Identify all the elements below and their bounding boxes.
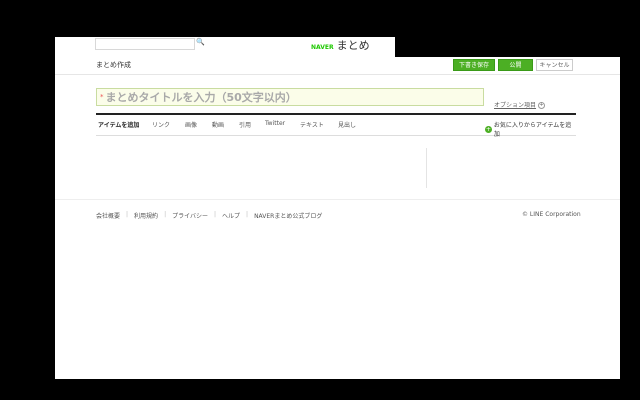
tab-twitter[interactable]: Twitter (265, 120, 285, 127)
tab-text[interactable]: テキスト (300, 120, 324, 129)
cancel-button[interactable]: キャンセル (536, 59, 573, 71)
footer-separator: | (126, 211, 129, 218)
title-placeholder: まとめタイトルを入力（50文字以内） (105, 91, 297, 104)
add-item-tabs: アイテムを追加 リンク 画像 動画 引用 Twitter テキスト 見出し + … (96, 113, 576, 138)
publish-button[interactable]: 公開 (498, 59, 533, 71)
tab-video[interactable]: 動画 (212, 120, 224, 129)
footer-link-terms[interactable]: 利用規約 (134, 211, 158, 220)
tab-add-item: アイテムを追加 (98, 122, 140, 129)
background-window: 🔍 NAVER まとめ (55, 37, 395, 57)
tab-quote[interactable]: 引用 (239, 120, 251, 129)
search-icon[interactable]: 🔍 (196, 38, 205, 46)
editor-toolbar: まとめ作成 下書き保存 公開 キャンセル (55, 57, 620, 75)
options-label: オプション項目 (494, 102, 537, 109)
footer-link-privacy[interactable]: プライバシー (172, 211, 208, 220)
options-link[interactable]: オプション項目 + (494, 100, 546, 109)
page-title: まとめ作成 (96, 61, 131, 69)
plus-icon: + (485, 125, 492, 133)
logo-word: まとめ (336, 39, 370, 52)
logo-brand: NAVER (311, 44, 334, 51)
add-from-favorites-link[interactable]: + お気に入りからアイテムを追加 (485, 120, 576, 138)
required-mark: * (100, 93, 104, 101)
footer-link-blog[interactable]: NAVERまとめ公式ブログ (254, 211, 322, 220)
title-input[interactable]: * まとめタイトルを入力（50文字以内） (96, 88, 484, 106)
naver-matome-logo[interactable]: NAVER まとめ (311, 37, 370, 53)
copyright: © LINE Corporation (522, 211, 581, 218)
editor-window: まとめ作成 下書き保存 公開 キャンセル * まとめタイトルを入力（50文字以内… (55, 57, 620, 379)
footer-divider (55, 199, 620, 200)
expand-icon: + (538, 102, 546, 109)
footer-separator: | (213, 211, 217, 218)
content-divider (426, 148, 427, 188)
tab-image[interactable]: 画像 (185, 120, 197, 129)
footer-links: 会社概要 | 利用規約 | プライバシー | ヘルプ | NAVERまとめ公式ブ… (96, 211, 322, 220)
save-draft-button[interactable]: 下書き保存 (453, 59, 495, 71)
footer-link-help[interactable]: ヘルプ (222, 211, 240, 220)
tab-link[interactable]: リンク (152, 120, 170, 129)
footer-link-company[interactable]: 会社概要 (96, 211, 120, 220)
footer-separator: | (246, 211, 249, 218)
favorites-label: お気に入りからアイテムを追加 (493, 122, 572, 138)
footer-separator: | (164, 211, 167, 218)
search-input[interactable] (95, 38, 195, 50)
tab-heading[interactable]: 見出し (338, 120, 356, 129)
